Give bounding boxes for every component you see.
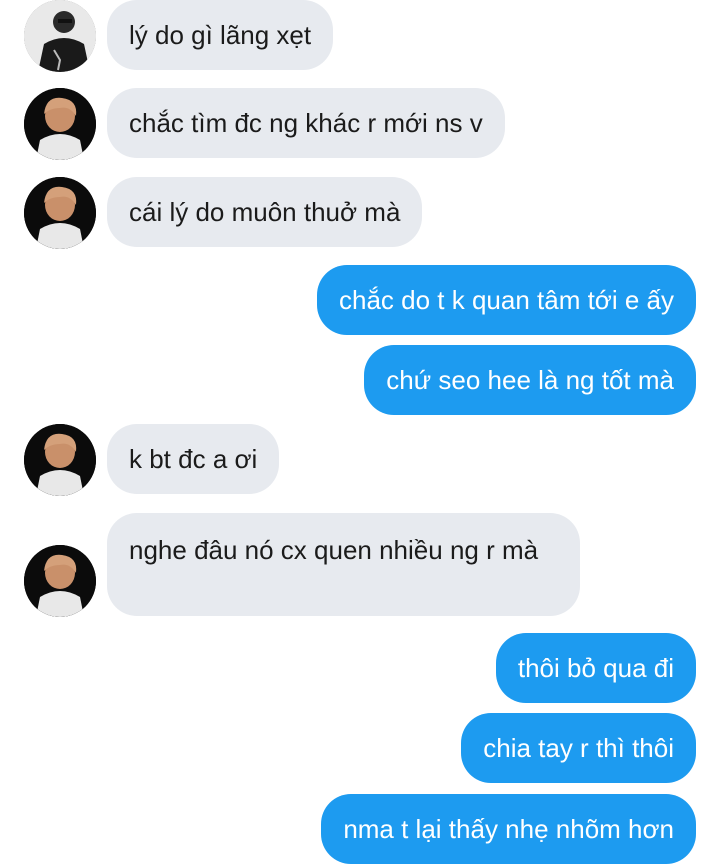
person-photo-icon [24,545,96,617]
contact-avatar[interactable] [24,424,96,496]
incoming-message[interactable]: chắc tìm đc ng khác r mới ns v [107,88,505,158]
chat-thread: lý do gì lãng xẹt chắc tìm đc ng khác r … [0,0,720,865]
person-photo-icon [24,88,96,160]
incoming-message[interactable]: lý do gì lãng xẹt [107,0,334,70]
outgoing-message[interactable]: thôi bỏ qua đi [495,633,696,703]
incoming-message[interactable]: nghe đâu nó cx quen nhiều ng r mà [107,513,580,616]
incoming-message[interactable]: k bt đc a ơi [107,424,280,494]
outgoing-message[interactable]: chắc do t k quan tâm tới e ấy [316,265,696,335]
incoming-message[interactable]: cái lý do muôn thuở mà [107,177,423,247]
person-photo-icon [24,177,96,249]
outgoing-message[interactable]: nma t lại thấy nhẹ nhõm hơn [321,794,696,864]
contact-avatar[interactable] [24,545,96,617]
contact-avatar[interactable] [24,88,96,160]
contact-avatar[interactable] [24,177,96,249]
person-photo-icon [24,424,96,496]
outgoing-message[interactable]: chia tay r thì thôi [461,713,696,783]
outgoing-message[interactable]: chứ seo hee là ng tốt mà [364,345,696,415]
person-photo-icon [24,0,96,72]
contact-avatar[interactable] [24,0,96,72]
